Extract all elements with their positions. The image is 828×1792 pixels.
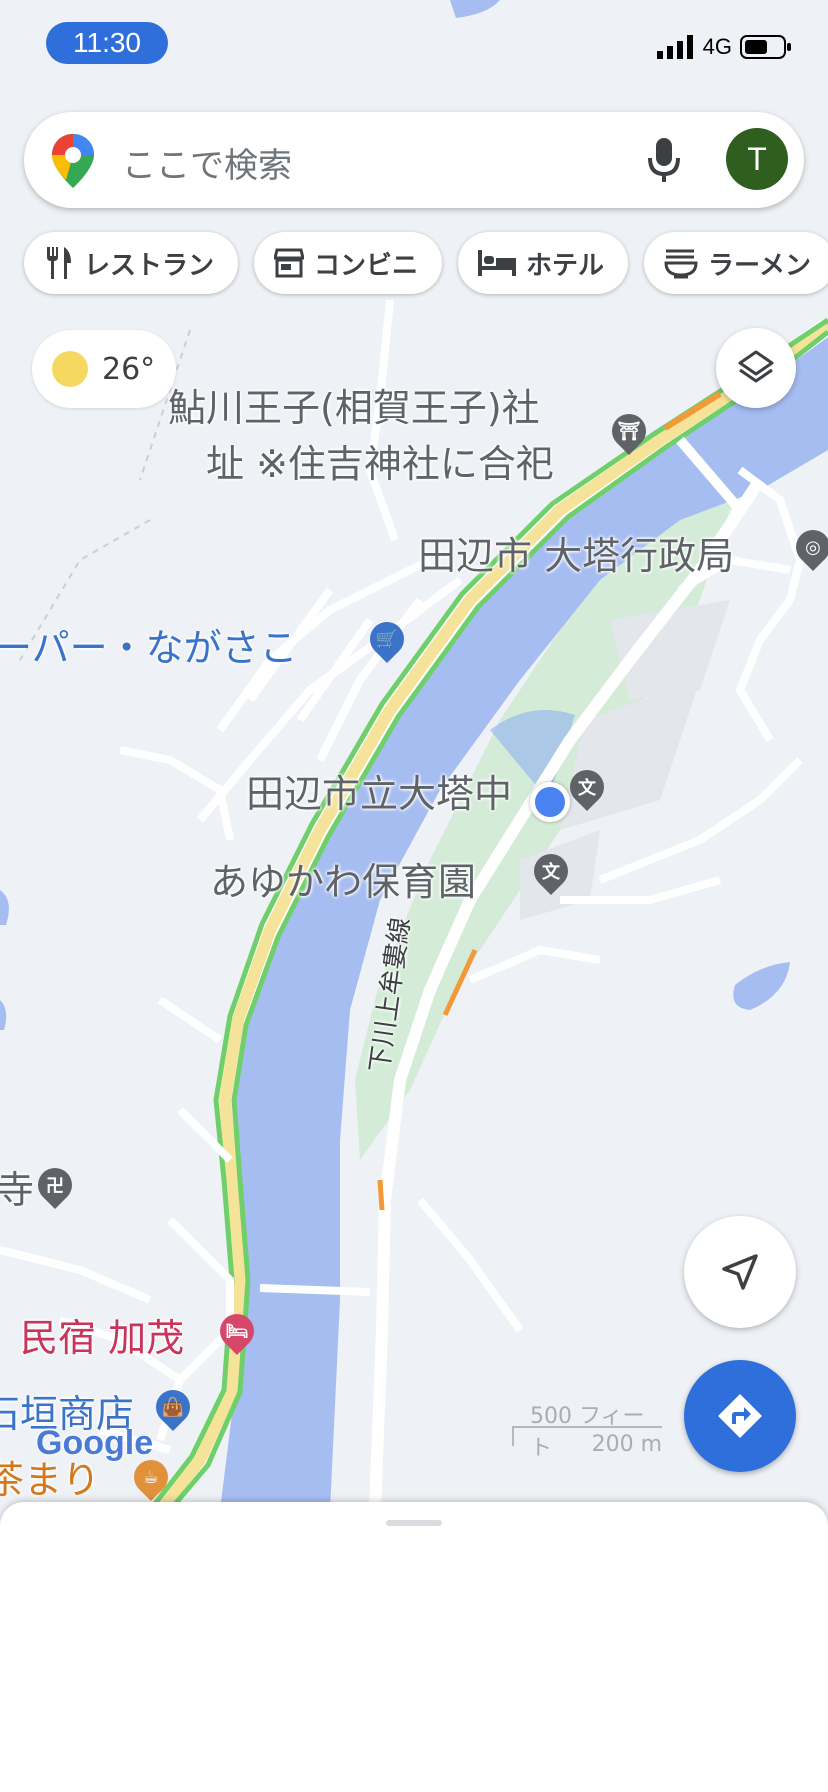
directions-icon	[718, 1394, 762, 1438]
temple-pin-icon[interactable]: 卍	[30, 1160, 80, 1210]
search-input[interactable]: ここで検索	[122, 138, 292, 187]
shrine-pin-icon[interactable]: ⛩	[604, 406, 654, 456]
school-label[interactable]: 田辺市立大塔中	[246, 772, 512, 818]
network-label: 4G	[702, 34, 732, 59]
nursery-pin-icon[interactable]: 文	[526, 846, 576, 896]
chip-restaurant[interactable]: レストラン	[24, 232, 239, 294]
current-location-dot	[530, 782, 570, 822]
account-avatar[interactable]: T	[726, 128, 788, 190]
chip-ramen-label: ラーメン	[708, 250, 812, 281]
restaurant-icon	[47, 247, 71, 279]
directions-button[interactable]	[684, 1360, 796, 1472]
sun-icon	[52, 351, 88, 387]
sheet-drag-handle[interactable]	[386, 1520, 442, 1526]
hotel-icon	[478, 250, 517, 276]
chip-convenience-store[interactable]: コンビニ	[254, 232, 443, 294]
inn-pin-icon[interactable]: 🛏	[212, 1306, 262, 1356]
store-icon	[274, 248, 305, 278]
inn-label[interactable]: 民宿 加茂	[20, 1316, 184, 1362]
cafe-label[interactable]: 茶まり	[0, 1458, 100, 1504]
weather-temperature: 26°	[102, 351, 156, 387]
chip-store-label: コンビニ	[314, 250, 419, 281]
office-label[interactable]: 田辺市 大塔行政局	[418, 534, 734, 580]
battery-icon	[740, 35, 791, 59]
bottom-sheet[interactable]	[0, 1502, 828, 1792]
chip-hotel-label: ホテル	[526, 250, 605, 281]
layers-button[interactable]	[716, 328, 796, 408]
shrine-label[interactable]: 鮎川王子(相賀王子)社	[168, 386, 540, 432]
microphone-icon[interactable]	[644, 136, 684, 184]
navigation-arrow-icon	[722, 1254, 758, 1290]
shop-pin-icon[interactable]: 👜	[148, 1382, 198, 1432]
supermarket-pin-icon[interactable]: 🛒	[362, 614, 412, 664]
temple-label[interactable]: 寺	[0, 1168, 34, 1214]
signal-icon	[656, 35, 693, 59]
weather-badge[interactable]: 26°	[32, 330, 176, 408]
scale-metric: 200 m	[591, 1432, 662, 1457]
layers-icon	[738, 350, 774, 383]
google-logo[interactable]: Google	[36, 1424, 153, 1463]
chip-ramen[interactable]: ラーメン	[644, 232, 828, 294]
search-bar[interactable]: ここで検索 T	[24, 112, 804, 208]
category-chips: レストラン コンビニ ホテル ラーメン	[24, 232, 828, 294]
maps-pin-logo-icon	[52, 134, 94, 188]
ramen-icon	[664, 249, 698, 279]
school-pin-icon[interactable]: 文	[562, 762, 612, 812]
status-icons: 4G	[656, 34, 792, 60]
nursery-label[interactable]: あゆかわ保育園	[210, 860, 476, 906]
status-time: 11:30	[46, 22, 168, 64]
shrine-label-line2[interactable]: 址 ※住吉神社に合祀	[206, 442, 554, 488]
map-scale: 500 フィート 200 m	[512, 1398, 662, 1461]
my-location-button[interactable]	[684, 1216, 796, 1328]
chip-restaurant-label: レストラン	[84, 250, 215, 281]
chip-hotel[interactable]: ホテル	[458, 232, 629, 294]
supermarket-label[interactable]: ーパー・ながさこ	[0, 626, 298, 672]
